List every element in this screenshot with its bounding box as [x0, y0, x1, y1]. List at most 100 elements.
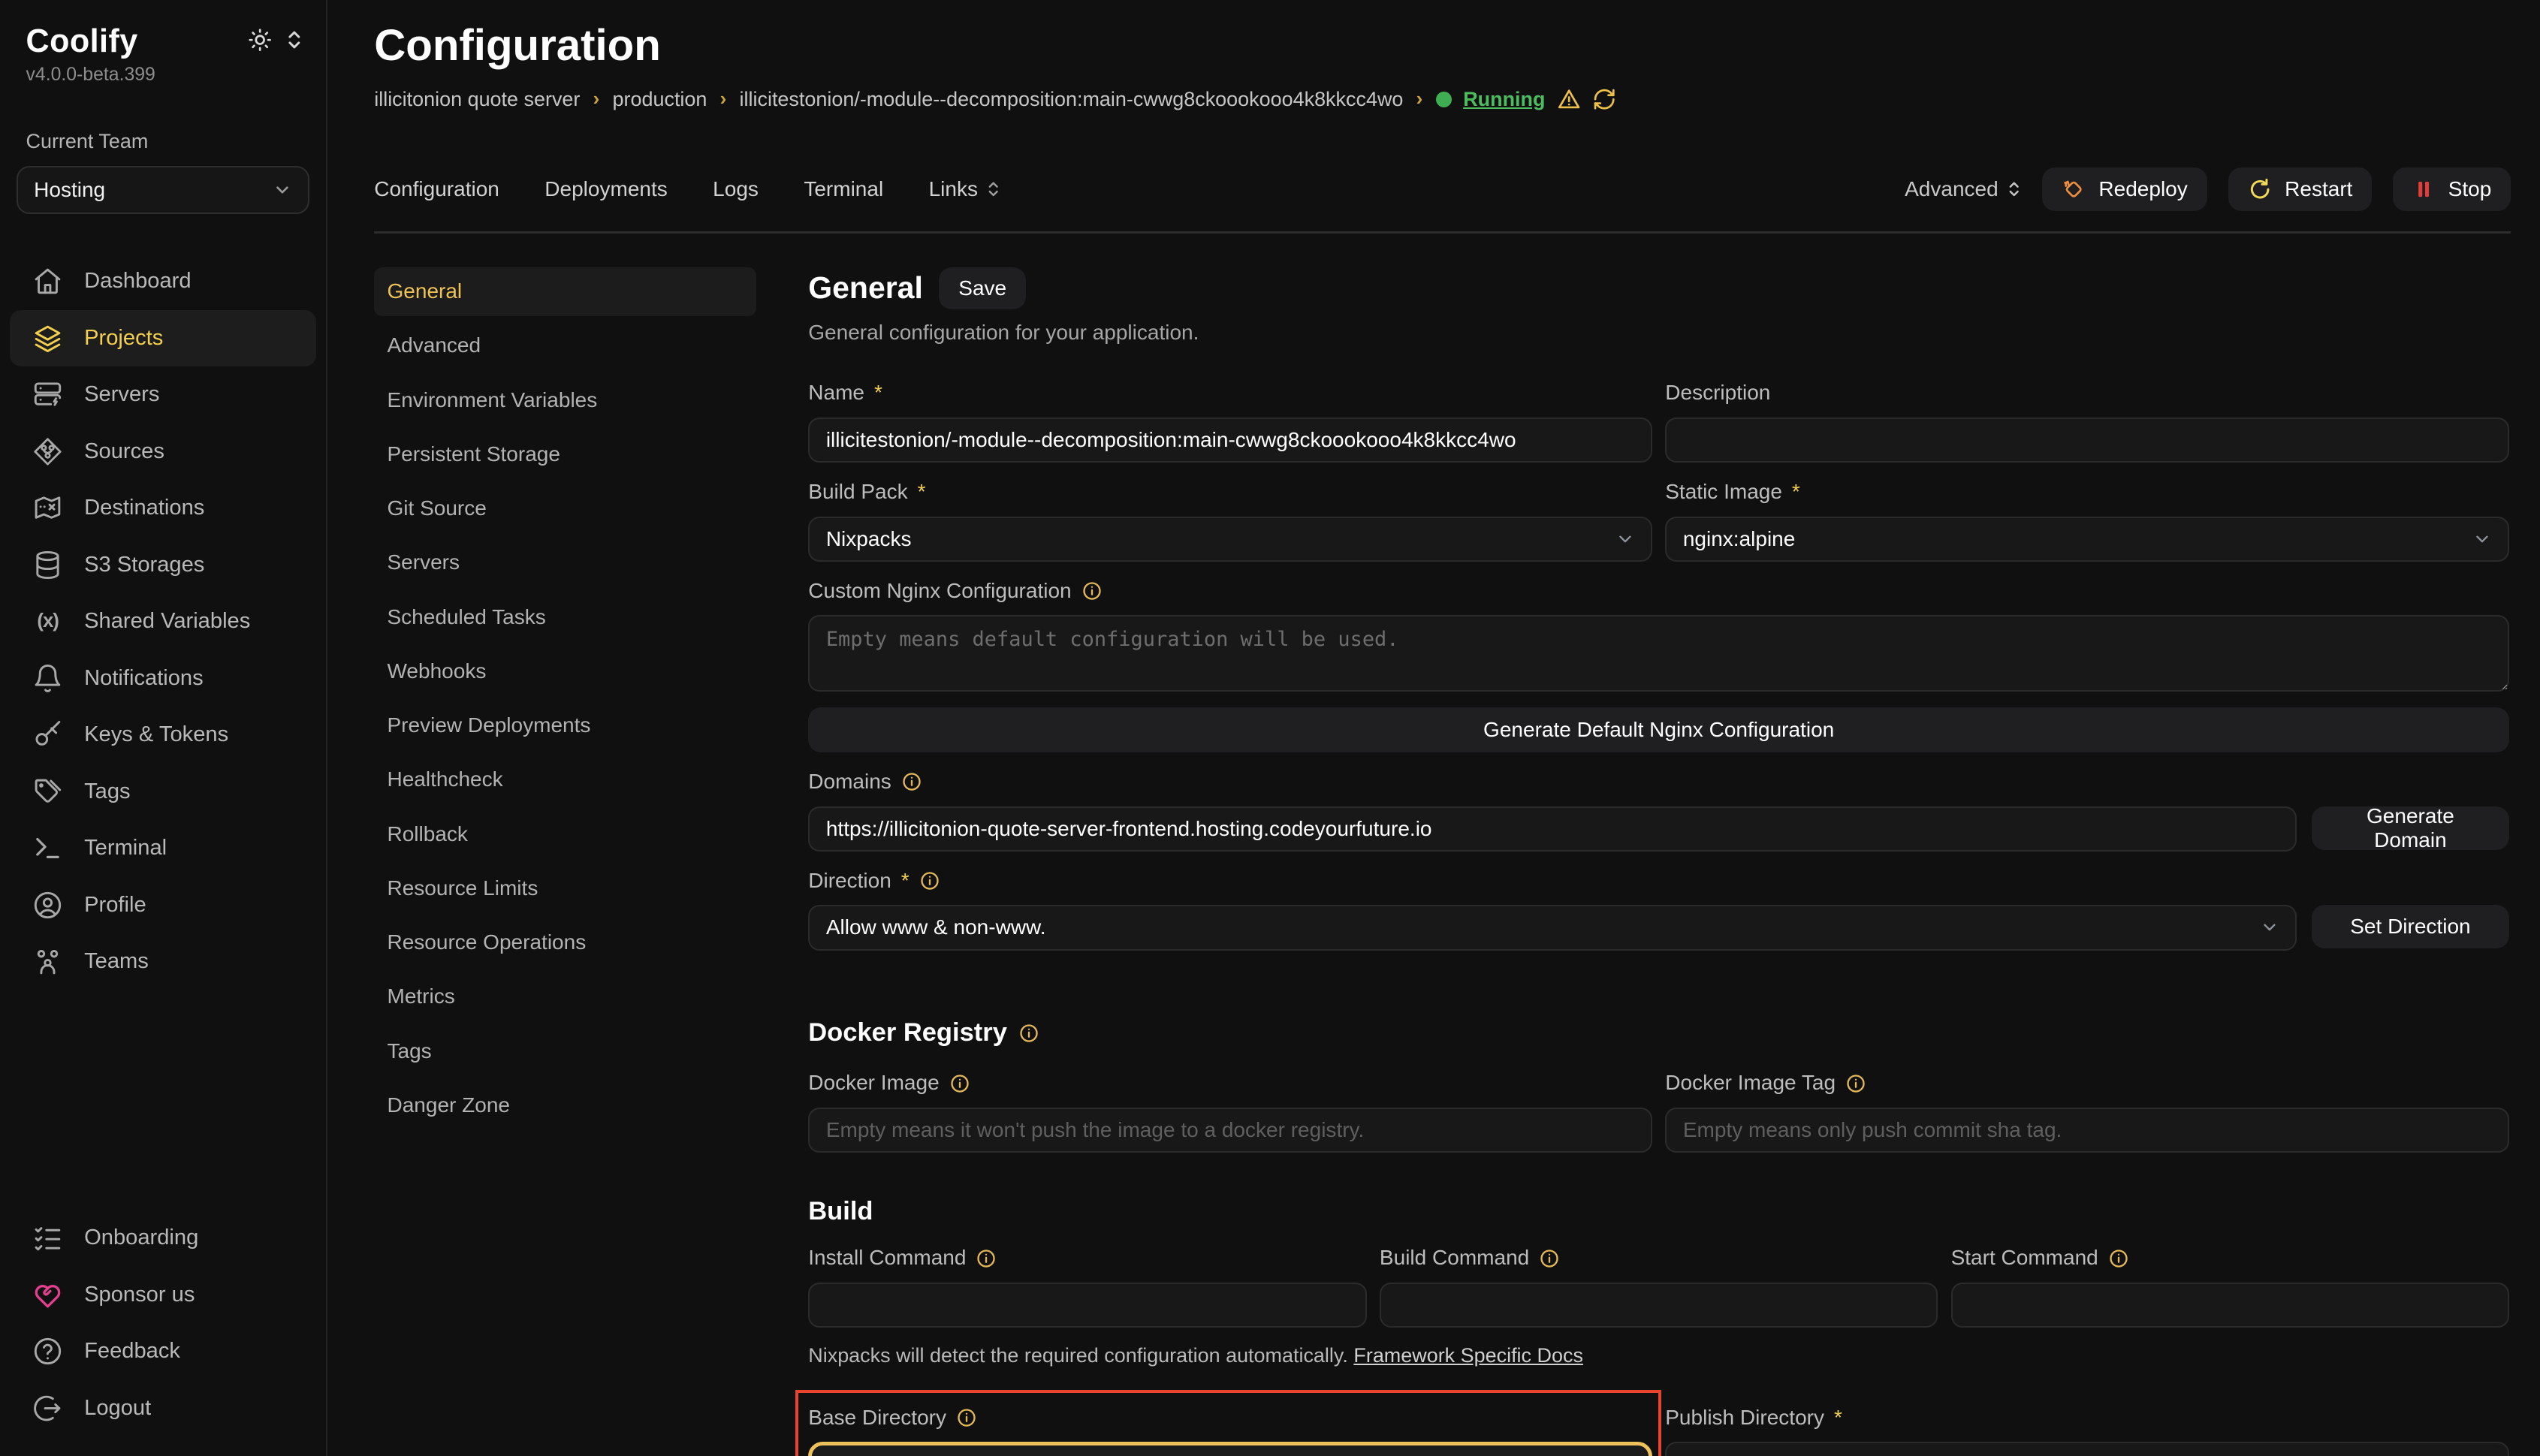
sidebar-item-sources[interactable]: Sources: [10, 424, 316, 480]
sidebar-item-projects[interactable]: Projects: [10, 310, 316, 366]
subnav-danger-zone[interactable]: Danger Zone: [374, 1081, 756, 1130]
subnav-label: Danger Zone: [387, 1093, 510, 1117]
app-version: v4.0.0-beta.399: [0, 62, 326, 86]
publish-directory-input[interactable]: [1665, 1442, 2509, 1456]
database-icon: [32, 550, 63, 580]
subnav-environment-variables[interactable]: Environment Variables: [374, 375, 756, 424]
sidebar-item-tags[interactable]: Tags: [10, 764, 316, 820]
build-title: Build: [808, 1197, 873, 1226]
users-icon: [32, 946, 63, 977]
sidebar-collapse-icon[interactable]: [285, 29, 303, 50]
subnav-tags[interactable]: Tags: [374, 1026, 756, 1075]
team-select[interactable]: Hosting: [17, 166, 310, 215]
sidebar-item-teams[interactable]: Teams: [10, 933, 316, 990]
name-input[interactable]: [808, 418, 1652, 463]
install-command-input[interactable]: [808, 1283, 1366, 1328]
subnav-metrics[interactable]: Metrics: [374, 972, 756, 1021]
breadcrumb-environment[interactable]: production: [613, 88, 707, 111]
sidebar-item-sponsor-us[interactable]: Sponsor us: [10, 1267, 316, 1323]
sidebar-item-keys-tokens[interactable]: Keys & Tokens: [10, 707, 316, 763]
subnav-label: Rollback: [387, 822, 467, 846]
start-command-input[interactable]: [1951, 1283, 2509, 1328]
stop-button[interactable]: Stop: [2393, 167, 2511, 211]
domains-input[interactable]: [808, 806, 2297, 852]
sidebar-item-notifications[interactable]: Notifications: [10, 650, 316, 707]
required-asterisk: *: [918, 479, 926, 505]
toolbar: Advanced Redeploy Restart: [1905, 167, 2511, 211]
advanced-label: Advanced: [1905, 177, 1999, 201]
subnav-resource-limits[interactable]: Resource Limits: [374, 864, 756, 913]
tab-terminal[interactable]: Terminal: [804, 177, 883, 201]
tab-logs[interactable]: Logs: [713, 177, 759, 201]
description-input[interactable]: [1665, 418, 2509, 463]
set-direction-button[interactable]: Set Direction: [2312, 905, 2509, 948]
breadcrumb-application[interactable]: illicitestonion/-module--decomposition:m…: [740, 88, 1404, 111]
sidebar-item-label: Projects: [84, 326, 163, 351]
domains-field: Domains Generate Domain: [808, 769, 2509, 852]
framework-docs-link[interactable]: Framework Specific Docs: [1353, 1344, 1583, 1367]
generate-nginx-button[interactable]: Generate Default Nginx Configuration: [808, 707, 2509, 752]
subnav-resource-operations[interactable]: Resource Operations: [374, 918, 756, 967]
docker-image-tag-input[interactable]: [1665, 1108, 2509, 1153]
docker-image-label: Docker Image: [808, 1070, 939, 1096]
subnav-label: Preview Deployments: [387, 713, 590, 737]
build-pack-select[interactable]: Nixpacks: [808, 517, 1652, 562]
subnav-persistent-storage[interactable]: Persistent Storage: [374, 430, 756, 479]
subnav-git-source[interactable]: Git Source: [374, 484, 756, 533]
base-directory-label: Base Directory: [808, 1405, 946, 1431]
sidebar-item-label: Feedback: [84, 1339, 180, 1364]
subnav-rollback[interactable]: Rollback: [374, 809, 756, 858]
subnav-general[interactable]: General: [374, 267, 756, 316]
direction-field: Direction * Allow www & non-www. Set Dir…: [808, 868, 2509, 951]
subnav-healthcheck[interactable]: Healthcheck: [374, 755, 756, 804]
required-asterisk: *: [1792, 479, 1800, 505]
generate-domain-button[interactable]: Generate Domain: [2312, 806, 2509, 850]
sidebar-item-terminal[interactable]: Terminal: [10, 820, 316, 876]
static-image-select[interactable]: nginx:alpine: [1665, 517, 2509, 562]
sidebar-item-destinations[interactable]: Destinations: [10, 480, 316, 536]
status-label[interactable]: Running: [1463, 88, 1545, 111]
subnav-preview-deployments[interactable]: Preview Deployments: [374, 701, 756, 750]
sidebar-item-s3-storages[interactable]: S3 Storages: [10, 537, 316, 593]
tab-links[interactable]: Links: [929, 177, 1001, 201]
required-asterisk: *: [1834, 1405, 1842, 1431]
subnav-scheduled-tasks[interactable]: Scheduled Tasks: [374, 592, 756, 641]
advanced-menu[interactable]: Advanced: [1905, 177, 2021, 201]
redeploy-button[interactable]: Redeploy: [2042, 167, 2207, 211]
sidebar-item-shared-variables[interactable]: (x) Shared Variables: [10, 593, 316, 650]
build-command-input[interactable]: [1380, 1283, 1938, 1328]
docker-image-input[interactable]: [808, 1108, 1652, 1153]
layers-icon: [32, 323, 63, 354]
chevron-right-icon: ›: [720, 89, 727, 110]
git-source-icon: [32, 436, 63, 467]
breadcrumb-project[interactable]: illicitonion quote server: [374, 88, 580, 111]
tab-deployments[interactable]: Deployments: [545, 177, 668, 201]
docker-image-tag-label: Docker Image Tag: [1665, 1070, 1836, 1096]
sidebar-item-feedback[interactable]: Feedback: [10, 1323, 316, 1379]
sidebar-item-onboarding[interactable]: Onboarding: [10, 1210, 316, 1266]
sidebar-item-profile[interactable]: Profile: [10, 877, 316, 933]
custom-nginx-textarea[interactable]: [808, 615, 2509, 691]
save-button[interactable]: Save: [939, 267, 1026, 309]
subnav-servers[interactable]: Servers: [374, 538, 756, 587]
restart-button[interactable]: Restart: [2228, 167, 2373, 211]
sidebar-item-dashboard[interactable]: Dashboard: [10, 253, 316, 309]
required-asterisk: *: [874, 380, 882, 406]
sidebar-item-servers[interactable]: Servers: [10, 366, 316, 423]
sidebar-item-logout[interactable]: Logout: [10, 1380, 316, 1436]
info-icon: [949, 1073, 970, 1094]
stop-label: Stop: [2448, 177, 2492, 201]
direction-select[interactable]: Allow www & non-www.: [808, 905, 2297, 950]
theme-sun-icon[interactable]: [248, 28, 272, 52]
sidebar-footer-nav: Onboarding Sponsor us Feedback Logout: [0, 1210, 326, 1436]
subnav-webhooks[interactable]: Webhooks: [374, 647, 756, 696]
refresh-icon[interactable]: [1592, 87, 1616, 111]
settings-subnav: General Advanced Environment Variables P…: [374, 267, 756, 1456]
sidebar-nav: Dashboard Projects Servers Sources Desti…: [0, 253, 326, 990]
sidebar-item-label: Shared Variables: [84, 609, 250, 634]
chevron-right-icon: ›: [1416, 89, 1423, 110]
base-directory-input[interactable]: [808, 1442, 1652, 1456]
map-icon: [32, 493, 63, 523]
tab-configuration[interactable]: Configuration: [374, 177, 499, 201]
subnav-advanced[interactable]: Advanced: [374, 321, 756, 370]
